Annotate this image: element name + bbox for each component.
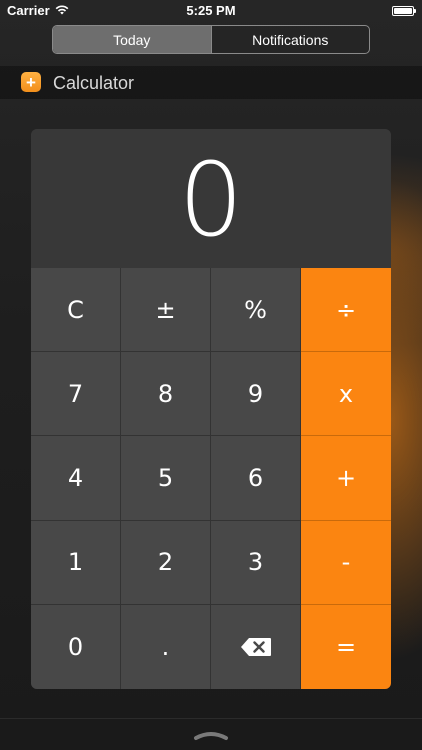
bottom-divider xyxy=(0,718,422,719)
widget-title: Calculator xyxy=(53,73,135,93)
key-2[interactable]: 2 xyxy=(121,520,211,605)
calculator-keypad: C ± % ÷ 7 8 9 x 4 5 6 + 1 2 3 - 0 . = xyxy=(31,268,391,689)
key-5[interactable]: 5 xyxy=(121,436,211,521)
key-4[interactable]: 4 xyxy=(31,436,121,521)
today-notifications-segmented-control: Today Notifications xyxy=(52,25,370,54)
key-equals[interactable]: = xyxy=(301,604,391,689)
battery-icon xyxy=(392,6,416,16)
key-8[interactable]: 8 xyxy=(121,352,211,437)
calculator-display: 0 xyxy=(31,129,391,268)
key-subtract[interactable]: - xyxy=(301,520,391,605)
key-7[interactable]: 7 xyxy=(31,352,121,437)
key-backspace[interactable] xyxy=(211,604,301,689)
key-9[interactable]: 9 xyxy=(211,352,301,437)
key-add[interactable]: + xyxy=(301,436,391,521)
key-6[interactable]: 6 xyxy=(211,436,301,521)
status-time: 5:25 PM xyxy=(186,3,236,18)
status-bar: Carrier 5:25 PM xyxy=(0,0,422,22)
key-divide[interactable]: ÷ xyxy=(301,268,391,353)
battery-fill xyxy=(394,8,412,14)
key-3[interactable]: 3 xyxy=(211,520,301,605)
display-value: 0 xyxy=(178,140,244,260)
key-clear[interactable]: C xyxy=(31,268,121,353)
key-percent[interactable]: % xyxy=(211,268,301,353)
grabber-handle-icon[interactable] xyxy=(193,728,229,740)
key-1[interactable]: 1 xyxy=(31,520,121,605)
tab-today[interactable]: Today xyxy=(53,26,211,53)
backspace-icon xyxy=(240,637,271,656)
key-multiply[interactable]: x xyxy=(301,352,391,437)
calculator-widget: 0 C ± % ÷ 7 8 9 x 4 5 6 + 1 2 3 - 0 . = xyxy=(31,129,391,689)
widget-header[interactable]: + Calculator xyxy=(0,66,422,99)
key-0[interactable]: 0 xyxy=(31,604,121,689)
key-plus-minus[interactable]: ± xyxy=(121,268,211,353)
key-decimal[interactable]: . xyxy=(121,604,211,689)
plus-icon: + xyxy=(21,72,41,92)
tab-notifications[interactable]: Notifications xyxy=(210,26,370,53)
